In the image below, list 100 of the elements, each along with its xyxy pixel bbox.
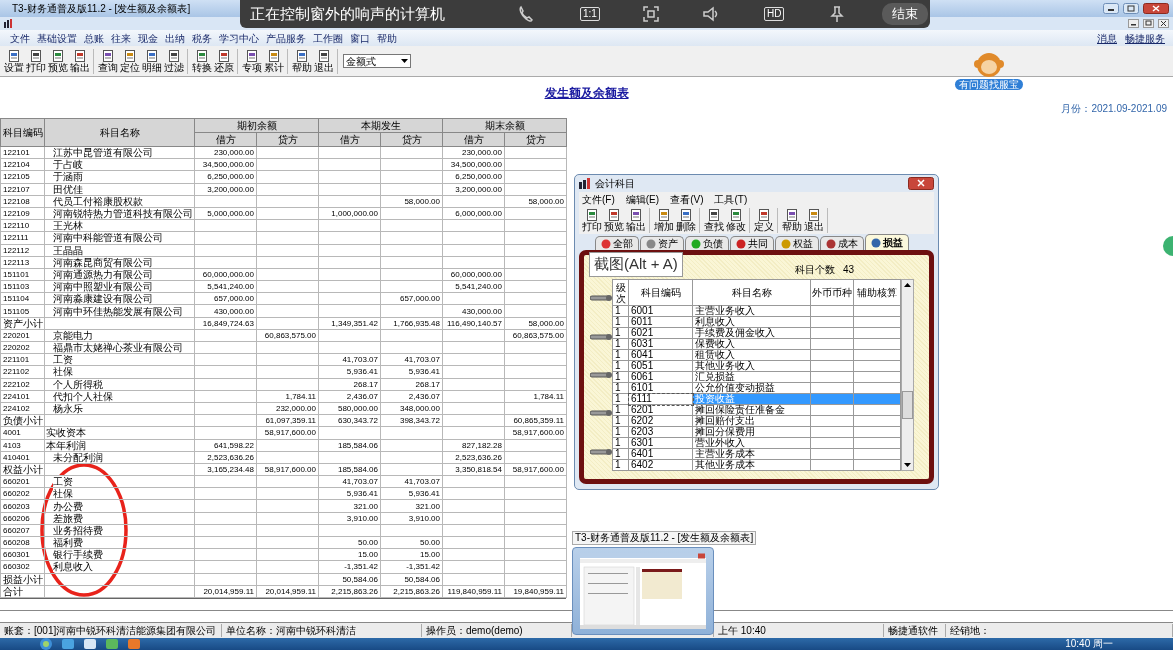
tab[interactable]: 负债 bbox=[685, 236, 729, 250]
menu-item[interactable]: 帮助 bbox=[377, 30, 397, 46]
list-row[interactable]: 1 6401 主营业务成本 bbox=[612, 448, 901, 460]
pin-icon[interactable] bbox=[828, 5, 847, 23]
list-row[interactable]: 1 6021 手续费及佣金收入 bbox=[612, 327, 901, 339]
list-row[interactable]: 1 6031 保费收入 bbox=[612, 338, 901, 350]
toolbar-button[interactable]: 查询 bbox=[97, 48, 119, 74]
column-header: 科目名称 bbox=[731, 286, 772, 298]
tab[interactable]: 全部 bbox=[595, 236, 639, 250]
tab[interactable]: 权益 bbox=[775, 236, 819, 250]
minimize-button[interactable] bbox=[1128, 19, 1139, 28]
ratio-button[interactable]: 1:1 bbox=[580, 7, 600, 21]
toolbar-button[interactable]: 设置 bbox=[3, 48, 25, 74]
speaker-icon[interactable] bbox=[701, 5, 720, 23]
quality-button[interactable]: HD bbox=[763, 7, 785, 21]
toolbar-button[interactable]: 帮助 bbox=[291, 48, 313, 74]
close-button[interactable] bbox=[908, 177, 934, 190]
toolbar-button[interactable]: 退出 bbox=[313, 48, 335, 74]
minimize-button[interactable] bbox=[1103, 3, 1119, 14]
toolbar-button[interactable]: 预览 bbox=[603, 207, 625, 233]
menu-item[interactable]: 文件(F) bbox=[582, 191, 615, 207]
menu-item[interactable]: 现金 bbox=[138, 30, 158, 46]
toolbar-button[interactable]: 退出 bbox=[803, 207, 825, 233]
list-row[interactable]: 1 6301 营业外收入 bbox=[612, 437, 901, 449]
ball-icon bbox=[871, 237, 881, 248]
list-row[interactable]: 1 6041 租赁收入 bbox=[612, 349, 901, 361]
table-cell: 221101 bbox=[0, 353, 45, 366]
table-cell: 工资 bbox=[44, 353, 195, 366]
end-button[interactable]: 结束 bbox=[882, 3, 929, 25]
toolbar-button[interactable]: 过滤 bbox=[163, 48, 185, 74]
table-cell: 河南中环佳热能发展有限公司 bbox=[44, 304, 195, 318]
toolbar-button[interactable]: 查找 bbox=[703, 207, 725, 233]
fullscreen-icon[interactable] bbox=[641, 5, 660, 23]
list-row[interactable]: 1 6203 摊回分保费用 bbox=[612, 426, 901, 438]
list-row[interactable]: 1 6202 摊回赔付支出 bbox=[612, 415, 901, 427]
toolbar-button[interactable]: 输出 bbox=[69, 48, 91, 74]
scroll-thumb[interactable] bbox=[902, 391, 913, 419]
menu-item[interactable]: 基础设置 bbox=[37, 30, 77, 46]
list-row[interactable]: 1 6011 利息收入 bbox=[612, 316, 901, 328]
toolbar-button[interactable]: 增加 bbox=[653, 207, 675, 233]
toolbar-button[interactable]: 预览 bbox=[47, 48, 69, 74]
table-cell: 利息收入 bbox=[692, 316, 811, 328]
list-row[interactable]: 1 6402 其他业务成本 bbox=[612, 459, 901, 471]
table-cell: 1 bbox=[612, 316, 629, 328]
list-row[interactable]: 1 6001 主营业务收入 bbox=[612, 305, 901, 317]
menu-link[interactable]: 消息 bbox=[1097, 30, 1117, 46]
tab[interactable]: 共同 bbox=[730, 236, 774, 250]
side-tab-icon[interactable] bbox=[1163, 236, 1173, 256]
table-cell: 34,500,000.00 bbox=[194, 158, 257, 171]
close-button[interactable] bbox=[1143, 3, 1169, 14]
menu-item[interactable]: 编辑(E) bbox=[625, 191, 660, 207]
list-row[interactable]: 1 6061 汇兑损益 bbox=[612, 371, 901, 383]
phone-icon[interactable] bbox=[517, 5, 535, 23]
ball-icon bbox=[826, 238, 836, 249]
menu-item[interactable]: 工具(T) bbox=[714, 191, 748, 207]
toolbar-button[interactable]: 定义 bbox=[753, 207, 775, 233]
menu-item[interactable]: 查看(V) bbox=[670, 191, 704, 207]
table-cell: 本年利润 bbox=[44, 439, 195, 452]
list-row[interactable]: 1 6111 投资收益 bbox=[612, 393, 901, 405]
table-cell: 657,000.00 bbox=[194, 292, 257, 305]
toolbar-button[interactable]: 转换 bbox=[191, 48, 213, 74]
table-cell: 其他业务收入 bbox=[692, 360, 811, 372]
menu-item[interactable]: 工作圈 bbox=[313, 30, 343, 46]
menu-item[interactable]: 税务 bbox=[192, 30, 212, 46]
table-cell: 641,598.22 bbox=[194, 439, 257, 452]
menu-item[interactable]: 产品服务 bbox=[266, 30, 306, 46]
menu-item[interactable]: 学习中心 bbox=[219, 30, 259, 46]
table-cell: 业务招待费 bbox=[44, 524, 195, 537]
tab[interactable]: 成本 bbox=[820, 236, 864, 250]
close-button[interactable] bbox=[1158, 19, 1169, 28]
toolbar-button[interactable]: 定位 bbox=[119, 48, 141, 74]
toolbar-button[interactable]: 专项 bbox=[241, 48, 263, 74]
table-cell: 151103 bbox=[0, 280, 45, 293]
menu-item[interactable]: 往来 bbox=[111, 30, 131, 46]
toolbar-button[interactable]: 打印 bbox=[25, 48, 47, 74]
list-row[interactable]: 1 6101 公允价值变动损益 bbox=[612, 382, 901, 394]
toolbar-button[interactable]: 输出 bbox=[625, 207, 647, 233]
toolbar-button[interactable]: 明细 bbox=[141, 48, 163, 74]
start-button[interactable] bbox=[40, 638, 52, 650]
menu-item[interactable]: 文件 bbox=[10, 30, 30, 46]
toolbar-button[interactable]: 还原 bbox=[213, 48, 235, 74]
tab[interactable]: 损益 bbox=[865, 234, 909, 250]
toolbar-button[interactable]: 删除 bbox=[675, 207, 697, 233]
tab[interactable]: 资产 bbox=[640, 236, 684, 250]
mascot-icon[interactable] bbox=[974, 50, 1004, 78]
toolbar-button[interactable]: 累计 bbox=[263, 48, 285, 74]
restore-button[interactable] bbox=[1143, 19, 1154, 28]
menu-item[interactable]: 出纳 bbox=[165, 30, 185, 46]
menu-link[interactable]: 畅捷服务 bbox=[1125, 30, 1165, 46]
menu-item[interactable]: 总账 bbox=[84, 30, 104, 46]
taskbar-icon[interactable] bbox=[84, 639, 96, 649]
menu-item[interactable]: 窗口 bbox=[350, 30, 370, 46]
help-badge[interactable]: 有问题找服宝 bbox=[955, 79, 1023, 90]
toolbar-button[interactable]: 帮助 bbox=[781, 207, 803, 233]
view-select[interactable]: 金额式 bbox=[343, 54, 411, 68]
maximize-button[interactable] bbox=[1123, 3, 1139, 14]
table-cell: 58,000.00 bbox=[504, 195, 567, 208]
toolbar-button[interactable]: 修改 bbox=[725, 207, 747, 233]
toolbar-button[interactable]: 打印 bbox=[581, 207, 603, 233]
list-row[interactable]: 1 6051 其他业务收入 bbox=[612, 360, 901, 372]
